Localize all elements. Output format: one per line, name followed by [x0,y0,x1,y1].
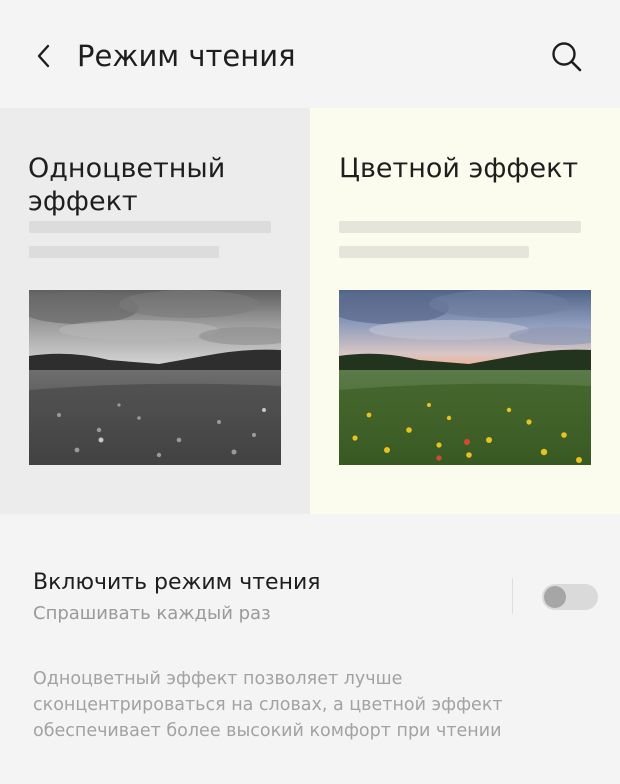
reading-mode-setting-row[interactable]: Включить режим чтения Спрашивать каждый … [0,556,620,638]
monochrome-effect-option[interactable]: Одноцветный эффект [0,108,310,514]
search-icon [552,42,582,72]
text-placeholder-line [29,246,219,258]
chevron-left-icon [37,44,50,68]
text-placeholder-line [29,221,271,233]
text-placeholder-line [339,246,529,258]
grayscale-meadow-photo [29,290,281,465]
back-button[interactable] [24,34,64,78]
page-title: Режим чтения [77,39,296,73]
reading-mode-toggle[interactable] [542,584,598,610]
description-text: Одноцветный эффект позволяет лучше сконц… [33,669,503,741]
divider [512,578,513,614]
color-effect-title: Цветной эффект [339,153,579,184]
app-header: Режим чтения [0,0,620,109]
effect-selector: Одноцветный эффект Цветной эффект [0,108,620,514]
text-placeholder-line [339,221,581,233]
toggle-knob [544,586,566,608]
color-effect-option[interactable]: Цветной эффект [310,108,620,514]
monochrome-effect-title: Одноцветный эффект [28,153,226,217]
color-meadow-photo [339,290,591,465]
setting-subtitle: Спрашивать каждый раз [33,603,271,624]
search-button[interactable] [544,34,590,80]
reading-mode-screen: Режим чтения Одноцветный эффект Цветной … [0,0,620,784]
setting-title: Включить режим чтения [33,570,321,595]
